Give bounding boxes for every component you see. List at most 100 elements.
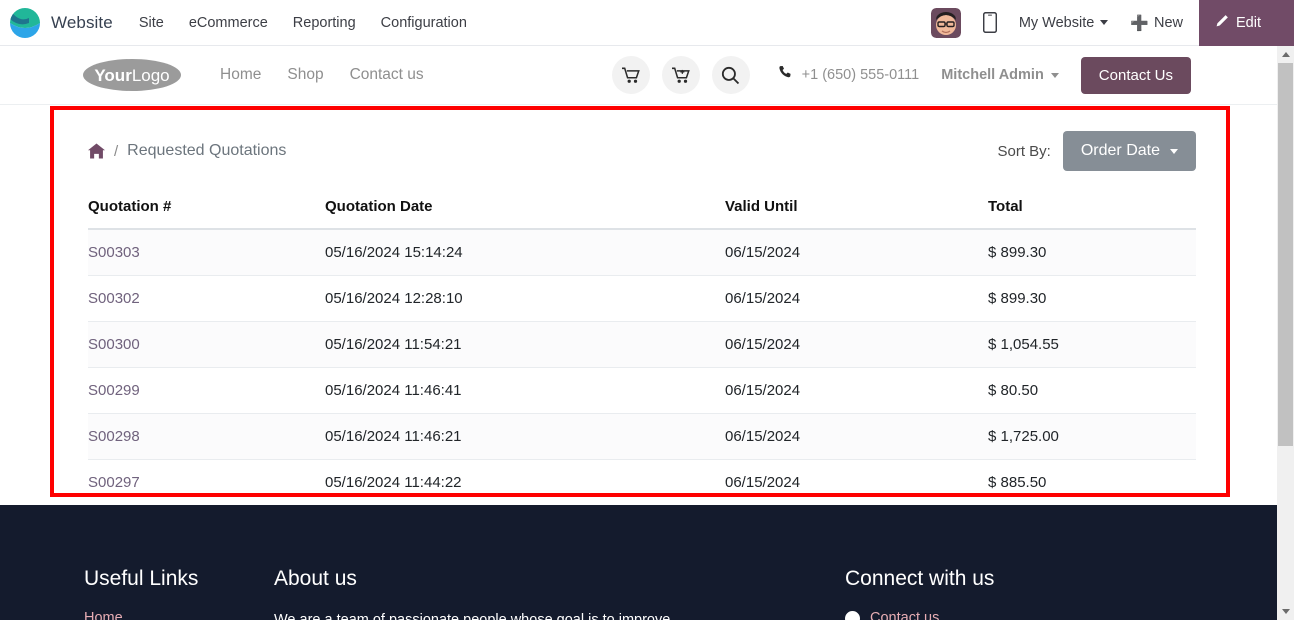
avatar[interactable]	[930, 7, 961, 38]
table-body: S00303 05/16/2024 15:14:24 06/15/2024 $ 899…	[88, 229, 1196, 505]
table-row: S00300 05/16/2024 11:54:21 06/15/2024 $ 1,0…	[88, 321, 1196, 368]
backend-menu-bar: Site eCommerce Reporting Configuration	[139, 15, 467, 31]
site-nav-contact-us[interactable]: Contact us	[350, 66, 424, 84]
header-valid-until: Valid Until	[725, 198, 988, 230]
chevron-down-icon	[1100, 20, 1109, 25]
breadcrumb-current: Requested Quotations	[127, 142, 287, 159]
phone-block[interactable]: +1 (650) 555-0111	[778, 65, 920, 85]
mobile-preview-icon[interactable]	[982, 12, 997, 33]
cell-total: $ 1,054.55	[988, 321, 1196, 368]
contact-us-button[interactable]: Contact Us	[1080, 56, 1191, 94]
website-header: YourLogo Home Shop Contact us +1 (650) 5…	[0, 46, 1277, 105]
cell-quotation-date: 05/16/2024 11:46:41	[325, 367, 725, 414]
phone-icon	[778, 65, 793, 85]
edit-button[interactable]: Edit	[1199, 0, 1277, 46]
website-footer: Useful Links Home About us We are a team…	[0, 505, 1277, 620]
new-button-label: New	[1153, 14, 1183, 31]
cell-total: $ 885.50	[988, 459, 1196, 505]
site-nav-home[interactable]: Home	[220, 66, 261, 84]
screenshot-root: Website Site eCommerce Reporting Configu…	[0, 0, 1294, 620]
user-menu-label: Mitchell Admin	[941, 67, 1044, 83]
menu-ecommerce[interactable]: eCommerce	[189, 15, 268, 31]
table-row: S00302 05/16/2024 12:28:10 06/15/2024 $ 899…	[88, 275, 1196, 322]
table-row: S00298 05/16/2024 11:46:21 06/15/2024 $ 1,7…	[88, 413, 1196, 460]
backend-navbar-right: My Website ➕ New Edit	[930, 0, 1277, 46]
cell-valid-until: 06/15/2024	[725, 459, 988, 505]
cell-total: $ 80.50	[988, 367, 1196, 414]
menu-configuration[interactable]: Configuration	[381, 15, 467, 31]
footer-link-home[interactable]: Home	[84, 610, 198, 620]
quotations-table: Quotation # Quotation Date Valid Until T…	[88, 198, 1196, 505]
phone-number: +1 (650) 555-0111	[801, 67, 920, 83]
menu-site[interactable]: Site	[139, 15, 164, 31]
table-row: S00299 05/16/2024 11:46:41 06/15/2024 $ 80.…	[88, 367, 1196, 414]
pencil-icon	[1215, 14, 1229, 32]
page-scrollbar[interactable]	[1277, 46, 1294, 620]
footer-title-connect: Connect with us	[845, 567, 995, 590]
cart-add-icon[interactable]	[661, 56, 700, 94]
chevron-down-icon	[1050, 72, 1059, 78]
quotation-link[interactable]: S00297	[88, 474, 140, 491]
quotation-link[interactable]: S00299	[88, 382, 140, 399]
footer-link-contact-us[interactable]: Contact us	[870, 610, 939, 620]
quotation-link[interactable]: S00302	[88, 290, 140, 307]
sort-label: Sort By:	[997, 142, 1051, 160]
website-selector[interactable]: My Website	[1018, 14, 1109, 31]
footer-about-text: We are a team of passionate people whose…	[274, 612, 671, 620]
breadcrumb-separator: /	[114, 142, 119, 160]
cell-valid-until: 06/15/2024	[725, 229, 988, 276]
table-row: S00303 05/16/2024 15:14:24 06/15/2024 $ 899…	[88, 229, 1196, 276]
cell-valid-until: 06/15/2024	[725, 413, 988, 460]
sort-dropdown-value: Order Date	[1080, 142, 1160, 159]
cell-quotation-date: 05/16/2024 15:14:24	[325, 229, 725, 276]
scroll-up-arrow-icon[interactable]	[1277, 46, 1294, 63]
contact-bullet-icon	[845, 610, 860, 620]
cell-total: $ 1,725.00	[988, 413, 1196, 460]
scroll-down-arrow-icon[interactable]	[1277, 603, 1294, 620]
scrollbar-thumb[interactable]	[1278, 63, 1293, 446]
home-icon[interactable]	[88, 143, 105, 159]
brand[interactable]: Website	[0, 7, 113, 39]
site-nav: Home Shop Contact us	[220, 66, 424, 84]
scrollbar-top-cap	[1277, 0, 1294, 46]
table-head: Quotation # Quotation Date Valid Until T…	[88, 198, 1196, 230]
cell-quotation-number: S00299	[88, 367, 325, 414]
quotation-link[interactable]: S00303	[88, 244, 140, 261]
svg-text:YourLogo: YourLogo	[94, 66, 169, 85]
search-icon[interactable]	[711, 56, 750, 94]
header-total: Total	[988, 198, 1196, 230]
plus-icon: ➕	[1130, 14, 1149, 32]
cell-quotation-number: S00297	[88, 459, 325, 505]
cell-valid-until: 06/15/2024	[725, 321, 988, 368]
sort-control: Sort By: Order Date	[997, 131, 1196, 171]
menu-reporting[interactable]: Reporting	[293, 15, 356, 31]
cell-quotation-date: 05/16/2024 11:44:22	[325, 459, 725, 505]
backend-navbar: Website Site eCommerce Reporting Configu…	[0, 0, 1277, 46]
quotation-link[interactable]: S00298	[88, 428, 140, 445]
odoo-logo-icon	[9, 7, 41, 39]
header-quotation-number: Quotation #	[88, 198, 325, 230]
website-header-right: +1 (650) 555-0111 Mitchell Admin Contact…	[611, 56, 1277, 94]
website-selector-label: My Website	[1018, 14, 1095, 31]
cell-total: $ 899.30	[988, 229, 1196, 276]
table-row: S00297 05/16/2024 11:44:22 06/15/2024 $ 885…	[88, 459, 1196, 505]
footer-contact-row[interactable]: Contact us	[845, 610, 994, 620]
site-logo[interactable]: YourLogo	[82, 57, 182, 93]
footer-column-about-us: About us We are a team of passionate peo…	[274, 567, 744, 620]
cell-quotation-date: 05/16/2024 11:54:21	[325, 321, 725, 368]
cell-quotation-number: S00302	[88, 275, 325, 322]
quotation-link[interactable]: S00300	[88, 336, 140, 353]
app-name: Website	[51, 12, 113, 32]
new-button[interactable]: ➕ New	[1130, 14, 1183, 32]
site-nav-shop[interactable]: Shop	[287, 66, 323, 84]
user-menu[interactable]: Mitchell Admin	[941, 67, 1059, 83]
footer-column-useful-links: Useful Links Home	[84, 567, 198, 620]
cell-quotation-date: 05/16/2024 12:28:10	[325, 275, 725, 322]
sort-dropdown-button[interactable]: Order Date	[1062, 131, 1196, 171]
chevron-down-icon	[1170, 148, 1178, 154]
cart-icon[interactable]	[611, 56, 650, 94]
quotations-panel: / Requested Quotations Sort By: Order Da…	[88, 130, 1196, 505]
cell-valid-until: 06/15/2024	[725, 367, 988, 414]
footer-column-connect: Connect with us Contact us	[845, 567, 994, 620]
cell-quotation-number: S00298	[88, 413, 325, 460]
